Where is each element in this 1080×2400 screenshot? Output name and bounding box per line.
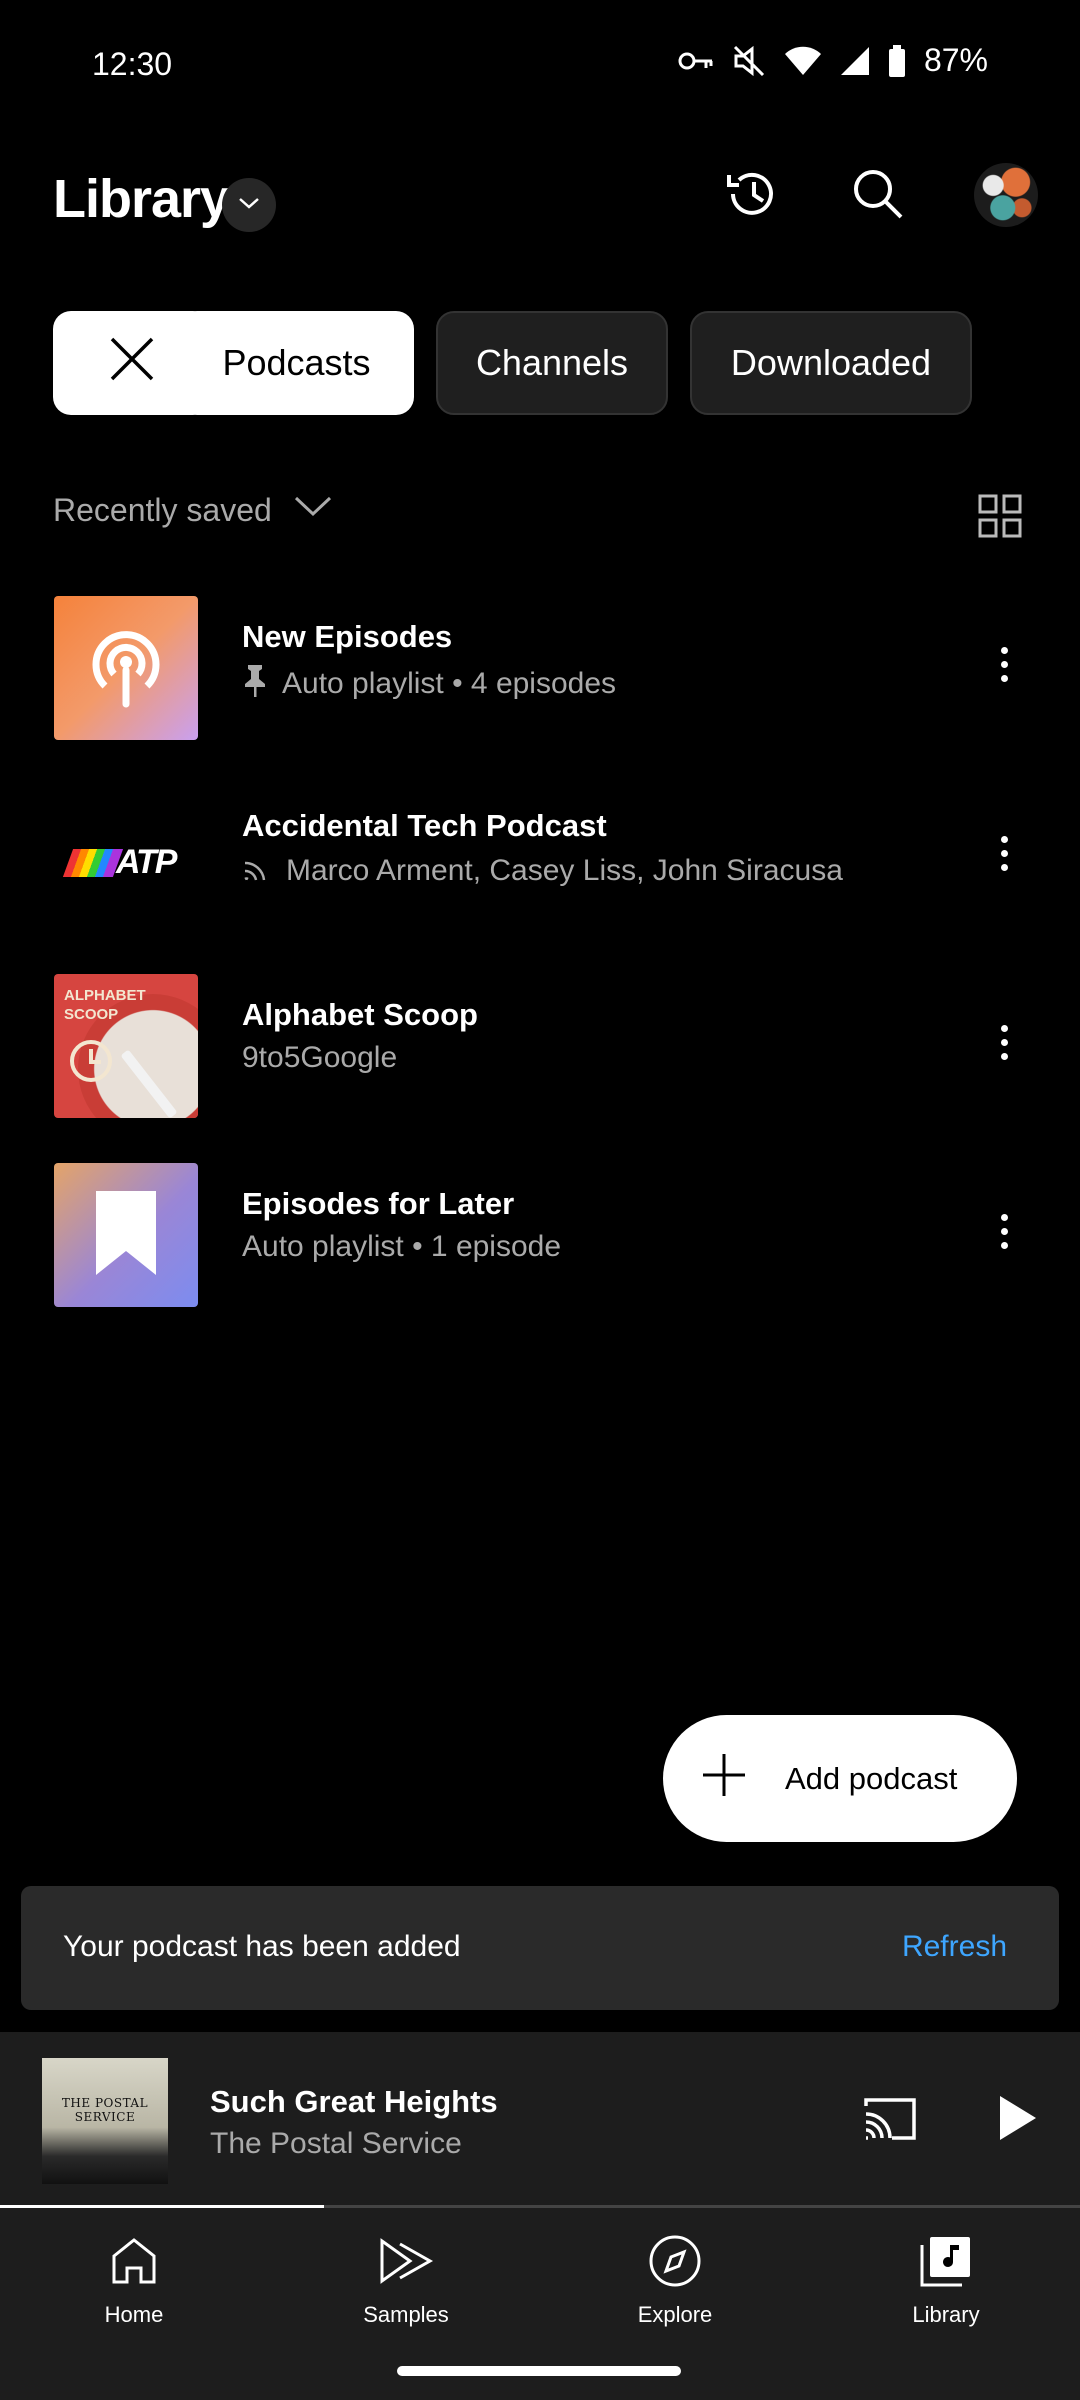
item-subtitle-row: Auto playlist • 1 episode	[242, 1230, 561, 1264]
grid-view-icon[interactable]	[978, 494, 1022, 543]
add-podcast-label: Add podcast	[785, 1760, 958, 1796]
add-podcast-button[interactable]: Add podcast	[663, 1715, 1017, 1842]
plus-icon	[701, 1752, 747, 1806]
nav-samples[interactable]: Samples	[326, 2232, 486, 2328]
search-button[interactable]	[846, 164, 910, 228]
cast-button[interactable]	[862, 2096, 918, 2147]
podcast-thumbnail: ALPHABET SCOOP	[54, 974, 198, 1118]
snackbar-message: Your podcast has been added	[63, 1930, 461, 1963]
nav-label: Library	[912, 2302, 980, 2327]
nav-home[interactable]: Home	[54, 2232, 214, 2328]
nav-library[interactable]: Library	[866, 2232, 1026, 2328]
list-item[interactable]: ALPHABET SCOOP Alphabet Scoop 9to5Google	[0, 957, 1080, 1118]
album-art-text: THE POSTAL SERVICE	[61, 2096, 149, 2124]
search-icon	[851, 167, 905, 226]
home-icon	[54, 2232, 214, 2290]
gesture-home-bar[interactable]	[397, 2366, 681, 2376]
muted-icon	[732, 44, 766, 78]
battery-icon	[888, 44, 906, 77]
more-options-button[interactable]	[984, 1196, 1024, 1266]
more-options-button[interactable]	[984, 818, 1024, 888]
nav-label: Home	[104, 2302, 164, 2327]
item-title: New Episodes	[242, 619, 453, 654]
list-item[interactable]: ATP Accidental Tech Podcast Marco Arment…	[0, 768, 1080, 929]
atp-logo: ATP	[62, 843, 178, 882]
chevron-down-icon[interactable]	[294, 494, 332, 523]
item-title: Accidental Tech Podcast	[242, 808, 607, 843]
history-icon	[723, 165, 781, 228]
item-subtitle-row: 9to5Google	[242, 1041, 397, 1075]
now-playing-artist: The Postal Service	[210, 2127, 462, 2160]
battery-percent: 87%	[923, 42, 988, 78]
item-subtitle: Marco Arment, Casey Liss, John Siracusa	[286, 854, 843, 887]
mini-player[interactable]: THE POSTAL SERVICE Such Great Heights Th…	[0, 2032, 1080, 2208]
clock-icon	[68, 1038, 114, 1089]
item-subtitle-row: Auto playlist • 4 episodes	[242, 663, 616, 705]
library-icon	[866, 2232, 1026, 2290]
explore-icon	[595, 2232, 755, 2290]
vpn-key-icon	[678, 51, 714, 71]
library-switch-button[interactable]	[222, 178, 276, 232]
more-options-button[interactable]	[984, 629, 1024, 699]
list-item[interactable]: Episodes for Later Auto playlist • 1 epi…	[0, 1146, 1080, 1307]
nav-label: Explore	[637, 2302, 713, 2327]
samples-icon	[326, 2232, 486, 2290]
chevron-down-icon	[238, 196, 260, 215]
podcast-thumbnail: ATP	[54, 785, 198, 929]
pin-icon	[242, 663, 268, 705]
cast-icon	[862, 2098, 918, 2146]
status-icons: 87%	[678, 42, 988, 79]
status-time: 12:30	[92, 46, 173, 82]
sort-dropdown[interactable]: Recently saved	[53, 492, 272, 529]
wifi-icon	[784, 46, 822, 76]
play-button[interactable]	[998, 2094, 1038, 2147]
list-item[interactable]: New Episodes Auto playlist • 4 episodes	[0, 579, 1080, 740]
item-title: Episodes for Later	[242, 1186, 515, 1221]
bottom-navigation: Home Samples Explore Library	[0, 2208, 1080, 2400]
page-title[interactable]: Library	[53, 168, 230, 230]
nav-explore[interactable]: Explore	[595, 2232, 755, 2328]
podcast-broadcast-icon	[85, 624, 167, 715]
snackbar: Your podcast has been added Refresh	[21, 1886, 1059, 2010]
item-subtitle: Auto playlist • 4 episodes	[282, 667, 617, 700]
item-subtitle-row: Marco Arment, Casey Liss, John Siracusa	[242, 852, 843, 890]
album-art: THE POSTAL SERVICE	[42, 2058, 168, 2184]
more-options-button[interactable]	[984, 1007, 1024, 1077]
podcast-thumbnail	[54, 596, 198, 740]
nav-label: Samples	[363, 2302, 449, 2327]
chip-channels[interactable]: Channels	[436, 311, 668, 415]
item-subtitle: 9to5Google	[242, 1041, 398, 1074]
signal-icon	[840, 46, 870, 76]
play-icon	[998, 2096, 1038, 2146]
item-subtitle: Auto playlist • 1 episode	[242, 1230, 562, 1263]
history-button[interactable]	[720, 164, 784, 228]
bookmark-icon	[96, 1191, 156, 1280]
now-playing-title: Such Great Heights	[210, 2084, 498, 2119]
rss-icon	[242, 852, 272, 890]
refresh-button[interactable]: Refresh	[902, 1930, 1007, 1964]
chip-downloaded[interactable]: Downloaded	[690, 311, 972, 415]
podcast-thumbnail	[54, 1163, 198, 1307]
thumb-label: ALPHABET SCOOP	[64, 987, 146, 1023]
item-title: Alphabet Scoop	[242, 997, 478, 1032]
close-icon	[108, 335, 156, 392]
avatar[interactable]	[974, 163, 1038, 227]
chip-podcasts[interactable]: Podcasts	[179, 311, 414, 415]
